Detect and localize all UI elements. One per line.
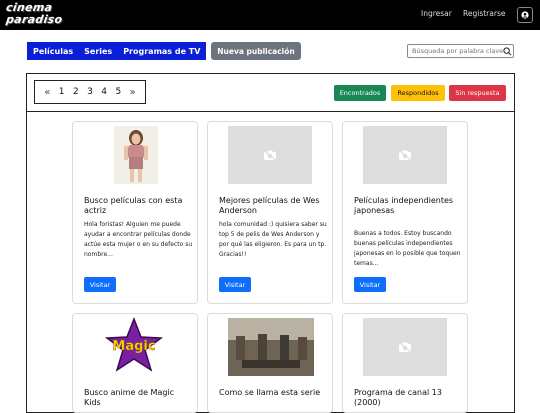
- logo-line-2: paradiso: [5, 13, 64, 26]
- post-excerpt: Buenas a todos. Estoy buscando buenas pe…: [354, 230, 461, 267]
- search-icon[interactable]: [503, 47, 512, 56]
- filter-unanswered-button[interactable]: Sin respuesta: [449, 85, 506, 101]
- magic-logo-text: Magic: [112, 339, 155, 354]
- new-post-button[interactable]: Nueva publicación: [211, 42, 301, 60]
- category-nav: Películas Series Programas de TV: [27, 42, 207, 60]
- post-title[interactable]: Películas independientes japonesas: [354, 196, 462, 215]
- post-card: Mejores películas de Wes Anderson hola c…: [207, 121, 333, 304]
- filter-answered-button[interactable]: Respondidos: [391, 85, 445, 101]
- nav-item-peliculas[interactable]: Películas: [33, 47, 73, 56]
- post-excerpt: Hola foristas! Alguien me puede ayudar a…: [84, 221, 193, 258]
- filter-found-button[interactable]: Encontrados: [334, 85, 386, 101]
- post-card: Busco películas con esta actriz Hola for…: [72, 121, 198, 304]
- post-excerpt: hola comunidad :) quisiera saber su top …: [219, 221, 327, 258]
- nav-item-programas-tv[interactable]: Programas de TV: [123, 47, 200, 56]
- image-placeholder: [228, 126, 312, 184]
- post-card: Magic Busco anime de Magic Kids: [72, 313, 198, 413]
- nav-item-series[interactable]: Series: [84, 47, 112, 56]
- camera-slash-icon: [398, 341, 412, 353]
- image-placeholder: [363, 126, 447, 184]
- post-title[interactable]: Busco películas con esta actriz: [84, 196, 192, 215]
- visit-button[interactable]: Visitar: [84, 277, 116, 292]
- magic-kids-logo: Magic: [104, 317, 164, 372]
- panel-divider: [26, 111, 515, 112]
- site-logo[interactable]: cinema paradiso: [5, 1, 86, 28]
- user-menu-button[interactable]: [517, 7, 533, 23]
- page-3[interactable]: 3: [87, 87, 93, 97]
- post-title[interactable]: Como se llama esta serie: [219, 388, 327, 398]
- post-title[interactable]: Mejores películas de Wes Anderson: [219, 196, 327, 215]
- login-link[interactable]: Ingresar: [421, 9, 452, 18]
- search-input[interactable]: [407, 44, 514, 58]
- post-title[interactable]: Programa de canal 13 (2000): [354, 388, 462, 407]
- register-link[interactable]: Registrarse: [463, 9, 505, 18]
- camera-slash-icon: [263, 149, 277, 161]
- page-5[interactable]: 5: [115, 87, 121, 97]
- visit-button[interactable]: Visitar: [219, 277, 251, 292]
- page-1[interactable]: 1: [59, 87, 65, 97]
- post-card: Como se llama esta serie: [207, 313, 333, 413]
- post-card: Programa de canal 13 (2000): [342, 313, 468, 413]
- page-2[interactable]: 2: [73, 87, 79, 97]
- top-navbar: cinema paradiso Ingresar Registrarse: [0, 0, 540, 30]
- image-placeholder: [363, 318, 447, 376]
- post-title[interactable]: Busco anime de Magic Kids: [84, 388, 192, 407]
- post-card: Películas independientes japonesas Buena…: [342, 121, 468, 304]
- pagination-prev[interactable]: «: [44, 87, 50, 98]
- pagination-next[interactable]: »: [130, 87, 136, 98]
- visit-button[interactable]: Visitar: [354, 277, 386, 292]
- pagination: « 1 2 3 4 5 »: [34, 80, 146, 104]
- camera-slash-icon: [398, 149, 412, 161]
- user-circle-icon: [521, 11, 529, 19]
- page-4[interactable]: 4: [101, 87, 107, 97]
- series-photo: [228, 318, 314, 376]
- actress-photo: [114, 126, 158, 184]
